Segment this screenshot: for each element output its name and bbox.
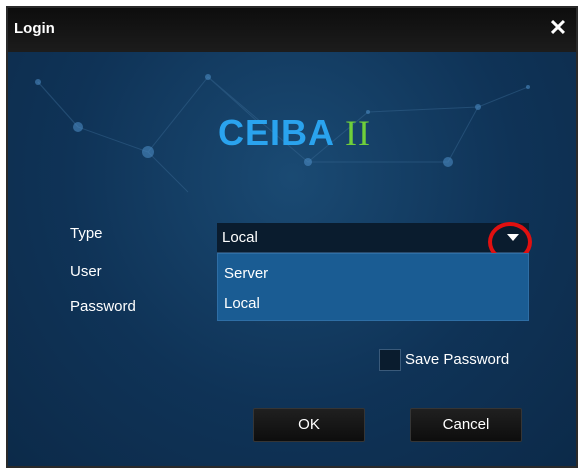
logo-roman-numeral: II <box>345 113 371 153</box>
type-dropdown-list: Server Local <box>217 253 529 321</box>
cancel-button[interactable]: Cancel <box>410 408 522 442</box>
login-dialog: Login ✕ CEIBA II Type User Password Loca… <box>6 6 578 468</box>
chevron-down-icon[interactable] <box>507 234 519 241</box>
ok-button[interactable]: OK <box>253 408 365 442</box>
close-button[interactable]: ✕ <box>544 14 572 42</box>
password-label: Password <box>70 298 136 315</box>
dropdown-option-local[interactable]: Local <box>224 295 260 312</box>
close-icon: ✕ <box>548 15 568 40</box>
login-content: CEIBA II Type User Password Local Server … <box>8 52 576 466</box>
ceiba-logo: CEIBA II <box>218 112 371 154</box>
title-bar: Login ✕ <box>8 8 576 52</box>
dropdown-option-server[interactable]: Server <box>224 265 268 282</box>
window-title: Login <box>14 20 55 37</box>
save-password-label[interactable]: Save Password <box>405 351 509 368</box>
logo-text: CEIBA <box>218 112 336 153</box>
type-select-value: Local <box>222 229 258 246</box>
user-label: User <box>70 263 102 280</box>
type-label: Type <box>70 225 103 242</box>
type-select[interactable]: Local <box>217 223 529 253</box>
save-password-checkbox[interactable] <box>379 349 401 371</box>
